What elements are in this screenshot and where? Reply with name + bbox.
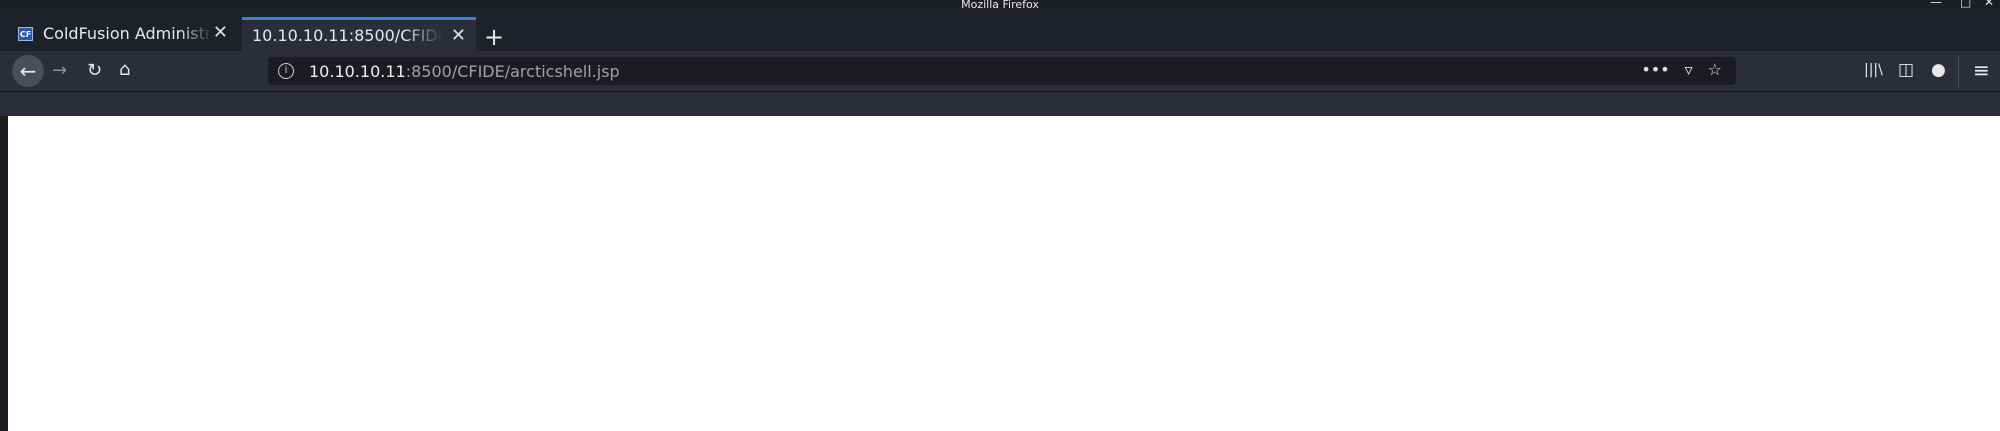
pocket-icon[interactable]: ▿ [1685, 60, 1693, 79]
coldfusion-favicon-icon: CF [18, 26, 33, 41]
info-icon[interactable]: i [278, 63, 294, 79]
arrow-left-icon: ← [19, 59, 37, 83]
url-host[interactable]: 10.10.10.11 [309, 62, 406, 81]
library-icon[interactable]: |||\ [1864, 62, 1883, 78]
home-button[interactable]: ⌂ [119, 60, 130, 80]
page-content [8, 116, 2000, 431]
toolbar-bottom-band [0, 92, 2000, 116]
reload-button[interactable]: ↻ [87, 61, 102, 81]
minimize-icon[interactable]: — [1930, 0, 1942, 8]
page-actions: ••• ▿ ☆ [1641, 60, 1722, 79]
tab-arcticshell[interactable]: 10.10.10.11:8500/CFIDE/arcticshell.jsp ✕ [242, 17, 476, 51]
tab-label: 10.10.10.11:8500/CFIDE/arcticshell.jsp [252, 26, 442, 45]
close-tab-icon[interactable]: ✕ [213, 22, 228, 43]
close-window-icon[interactable]: ✕ [1984, 0, 1994, 8]
toolbar-separator [1958, 55, 1959, 87]
page-actions-menu-icon[interactable]: ••• [1641, 60, 1669, 79]
window-titlebar: Mozilla Firefox — □ ✕ [0, 0, 2000, 9]
tab-strip: CF ColdFusion Administrator ✕ 10.10.10.1… [0, 9, 2000, 51]
url-bar[interactable]: i 10.10.10.11:8500/CFIDE/arcticshell.jsp… [268, 57, 1736, 85]
tab-label: ColdFusion Administrator [43, 24, 213, 43]
window-title: Mozilla Firefox [961, 0, 1039, 9]
sidebar-icon[interactable]: ◫ [1898, 60, 1914, 80]
back-button[interactable]: ← [12, 55, 44, 87]
account-icon[interactable]: ● [1931, 60, 1946, 80]
maximize-icon[interactable]: □ [1960, 0, 1971, 8]
close-tab-icon[interactable]: ✕ [451, 25, 466, 46]
tab-coldfusion-admin[interactable]: CF ColdFusion Administrator ✕ [8, 17, 238, 50]
url-path[interactable]: :8500/CFIDE/arcticshell.jsp [406, 62, 620, 81]
new-tab-button[interactable]: + [484, 25, 504, 49]
forward-button[interactable]: → [52, 61, 67, 81]
bookmark-star-icon[interactable]: ☆ [1708, 60, 1722, 79]
navigation-toolbar: ← → ↻ ⌂ i 10.10.10.11:8500/CFIDE/arctics… [0, 51, 2000, 92]
hamburger-menu-icon[interactable]: ≡ [1973, 58, 1990, 82]
